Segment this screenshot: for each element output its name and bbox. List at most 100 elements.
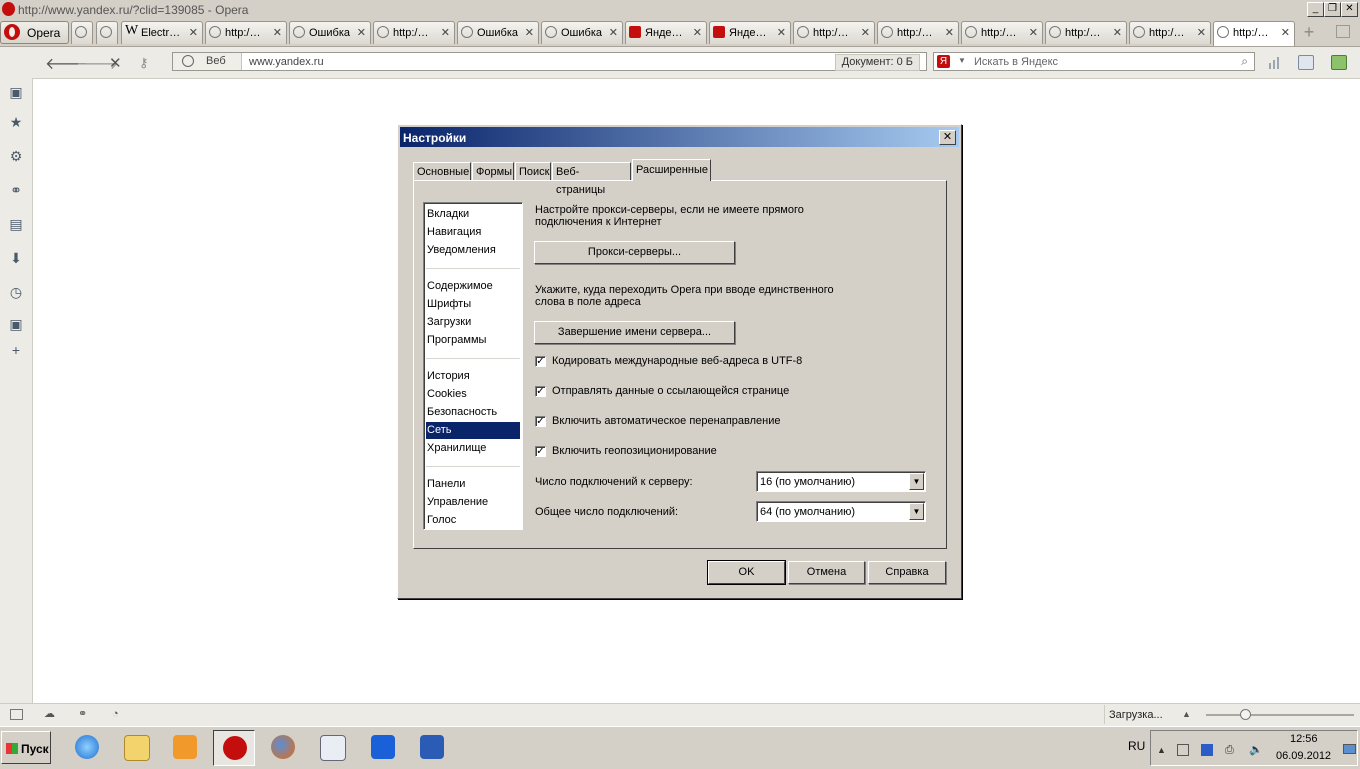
cancel-button[interactable]: Отмена [788, 561, 865, 584]
firefox-taskbar-button[interactable] [262, 730, 304, 766]
proxy-servers-button[interactable]: Прокси-серверы... [534, 241, 735, 264]
chevron-up-icon[interactable]: ▲ [1157, 744, 1169, 756]
tab-6[interactable]: Ошибка ✕ [457, 21, 539, 44]
category-list[interactable]: Вкладки Навигация Уведомления Содержимое Шри… [423, 202, 523, 530]
search-icon[interactable]: ⌕ [1241, 54, 1248, 69]
tab-5[interactable]: http:/… ✕ [373, 21, 455, 44]
tab-8[interactable]: Яндe… ✕ [625, 21, 707, 44]
close-icon[interactable]: ✕ [1197, 26, 1206, 39]
tab-forms[interactable]: Формы [472, 162, 514, 180]
checkbox-2[interactable]: ✓ [535, 416, 546, 427]
tab-14[interactable]: http:/… ✕ [1129, 21, 1211, 44]
server-name-completion-button[interactable]: Завершение имени сервера... [534, 321, 735, 344]
close-icon[interactable]: ✕ [777, 26, 786, 39]
category-item[interactable]: Уведомления [426, 242, 520, 259]
volume-icon[interactable]: 🔈 [1249, 744, 1263, 756]
ie-taskbar-button[interactable] [66, 730, 108, 766]
tab-4[interactable]: Ошибка ✕ [289, 21, 371, 44]
history-icon[interactable]: ◷ [8, 284, 24, 300]
unite-icon[interactable]: ⚭ [78, 709, 91, 720]
tab-3[interactable]: http:/… ✕ [205, 21, 287, 44]
display-icon[interactable] [1201, 744, 1213, 756]
tab-11[interactable]: http:/… ✕ [877, 21, 959, 44]
zoom-slider-thumb[interactable] [1240, 709, 1251, 720]
speed-dial-icon[interactable]: ◔ [112, 709, 125, 720]
image-icon[interactable] [1331, 55, 1347, 70]
checkbox-3[interactable]: ✓ [535, 446, 546, 457]
chevron-down-icon[interactable]: ▼ [958, 56, 966, 65]
start-button[interactable]: Пуск [1, 731, 51, 764]
tab-0[interactable] [71, 21, 93, 44]
category-item[interactable]: Панели [426, 476, 520, 493]
checkbox-label-0[interactable]: Кодировать международные веб-адреса в UT… [552, 355, 802, 367]
network-icon[interactable] [1177, 744, 1189, 756]
close-icon[interactable]: ✕ [945, 26, 954, 39]
notes-icon[interactable]: ▤ [8, 216, 24, 232]
maximize-button[interactable]: ❐ [1324, 2, 1341, 17]
show-desktop-icon[interactable] [1343, 744, 1356, 754]
stop-icon[interactable]: ✕ [109, 54, 122, 72]
tab-15[interactable]: http:/… ✕ [1213, 21, 1295, 46]
close-icon[interactable]: ✕ [861, 26, 870, 39]
unite-icon[interactable]: ⚭ [8, 182, 24, 198]
minimize-button[interactable]: _ [1307, 2, 1324, 17]
ok-button[interactable]: OK [707, 560, 786, 585]
add-panel-icon[interactable]: + [8, 342, 24, 358]
tab-1[interactable] [96, 21, 118, 44]
opera-menu-button[interactable]: Opera [0, 21, 69, 44]
category-item[interactable]: Содержимое [426, 278, 520, 295]
address-field[interactable]: Веб www.yandex.ru Документ: 0 Б [172, 52, 927, 71]
total-connections-select[interactable]: 64 (по умолчанию) ▼ [756, 501, 926, 522]
language-indicator[interactable]: RU [1128, 739, 1145, 753]
tab-12[interactable]: http:/… ✕ [961, 21, 1043, 44]
close-icon[interactable]: ✕ [693, 26, 702, 39]
speed-icon[interactable] [1267, 55, 1283, 70]
download-icon[interactable]: ⬇ [8, 250, 24, 266]
tab-7[interactable]: Ошибка ✕ [541, 21, 623, 44]
explorer-taskbar-button[interactable] [115, 730, 157, 766]
checkbox-label-3[interactable]: Включить геопозиционирование [552, 445, 717, 457]
close-button[interactable]: ✕ [1341, 2, 1358, 17]
category-item[interactable]: Шрифты [426, 296, 520, 313]
checkbox-label-2[interactable]: Включить автоматическое перенаправление [552, 415, 781, 427]
window-taskbar-button[interactable] [311, 730, 353, 766]
switch-taskbar-button[interactable] [362, 730, 404, 766]
word-taskbar-button[interactable] [411, 730, 453, 766]
tab-10[interactable]: http:/… ✕ [793, 21, 875, 44]
checkbox-0[interactable]: ✓ [535, 356, 546, 367]
printer-icon[interactable]: ⎙ [1225, 744, 1237, 756]
new-tab-button[interactable]: + [1300, 23, 1318, 41]
search-input[interactable]: Я ▼ Искать в Яндекс ⌕ [933, 52, 1255, 71]
close-icon[interactable]: ✕ [357, 26, 366, 39]
zoom-slider-track[interactable] [1206, 714, 1354, 716]
tab-basic[interactable]: Основные [413, 162, 471, 180]
tab-search[interactable]: Поиск [515, 162, 551, 180]
tab-webpages[interactable]: Веб-страницы [552, 162, 631, 196]
tab-list-icon[interactable] [1336, 25, 1350, 38]
clock-date[interactable]: 06.09.2012 [1276, 750, 1331, 762]
close-icon[interactable]: ✕ [609, 26, 618, 39]
checkbox-label-1[interactable]: Отправлять данные о ссылающейся странице [552, 385, 789, 397]
media-player-taskbar-button[interactable] [164, 730, 206, 766]
checkbox-1[interactable]: ✓ [535, 386, 546, 397]
chevron-down-icon[interactable]: ▼ [909, 473, 924, 490]
category-item[interactable]: Безопасность [426, 404, 520, 421]
close-icon[interactable]: ✕ [441, 26, 450, 39]
category-item[interactable]: Управление [426, 494, 520, 511]
panel-toggle-icon[interactable] [10, 709, 23, 720]
chevron-down-icon[interactable]: ▼ [909, 503, 924, 520]
category-item[interactable]: Хранилище [426, 440, 520, 457]
close-icon[interactable]: ✕ [273, 26, 282, 39]
help-button[interactable]: Справка [868, 561, 946, 584]
opera-taskbar-button[interactable] [213, 730, 255, 766]
page-icon[interactable] [1298, 55, 1314, 70]
chevron-up-icon[interactable]: ▲ [1182, 709, 1195, 720]
category-item[interactable]: Вкладки [426, 206, 520, 223]
tab-2[interactable]: W Electr… ✕ [121, 21, 203, 44]
tab-advanced[interactable]: Расширенные [632, 159, 711, 181]
close-icon[interactable]: ✕ [1113, 26, 1122, 39]
close-icon[interactable]: ✕ [1029, 26, 1038, 39]
category-item[interactable]: Сеть [426, 422, 520, 439]
category-item[interactable]: Программы [426, 332, 520, 349]
key-icon[interactable]: ⚷ [139, 55, 149, 71]
